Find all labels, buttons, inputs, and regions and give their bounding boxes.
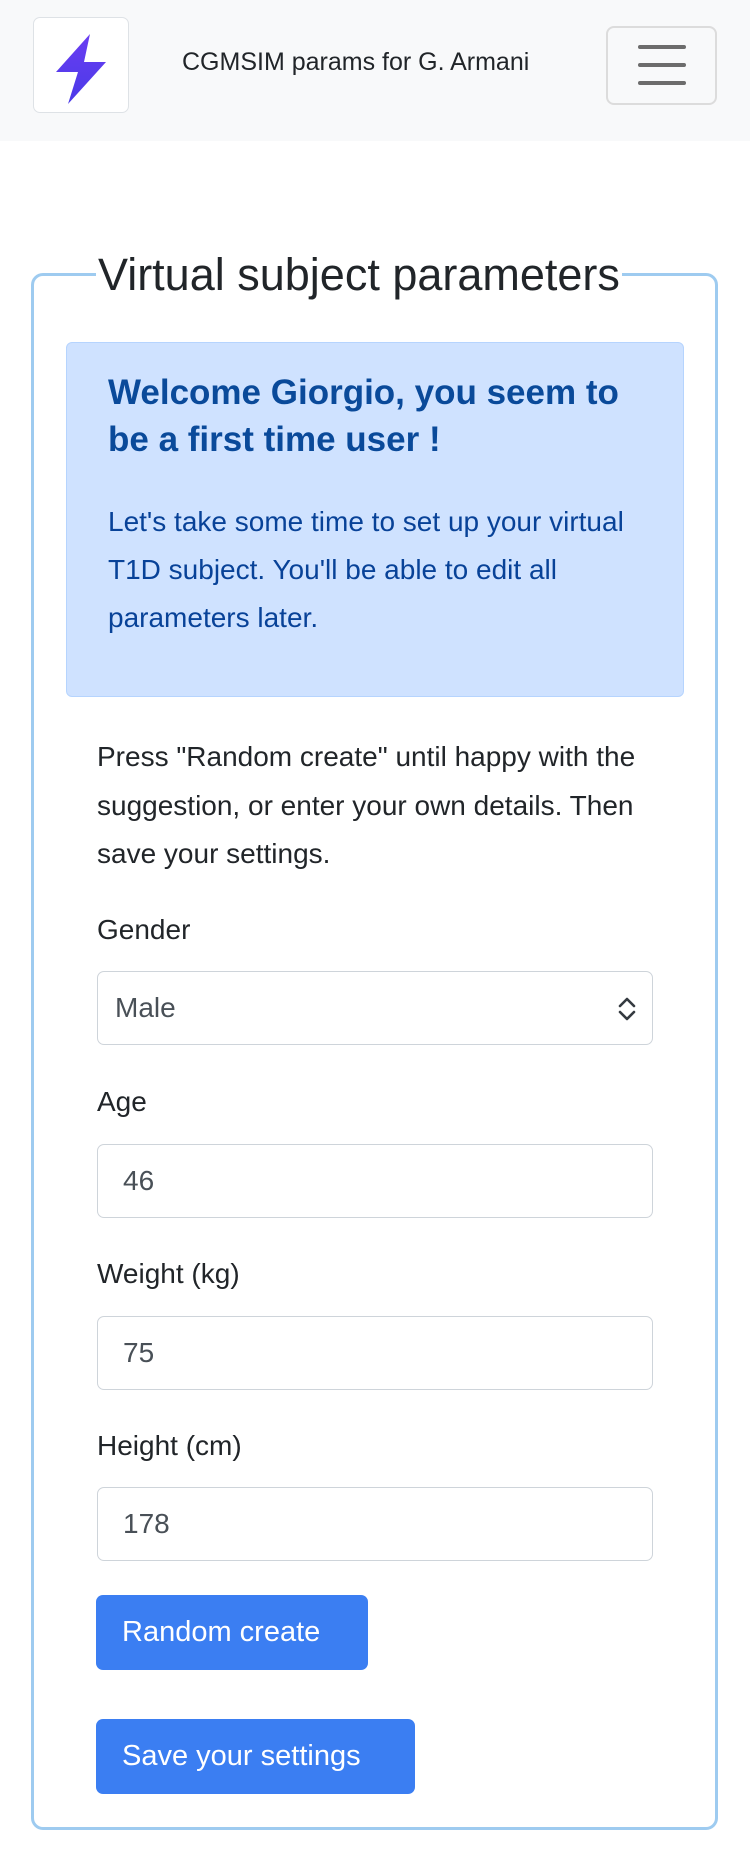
hamburger-menu-icon	[638, 45, 686, 49]
welcome-alert: Welcome Giorgio, you seem to be a first …	[66, 342, 684, 697]
logo-link[interactable]	[33, 17, 129, 113]
gender-select[interactable]: Male	[97, 971, 653, 1045]
weight-label: Weight (kg)	[97, 1258, 240, 1289]
height-input[interactable]: 178	[97, 1487, 653, 1561]
alert-heading: Welcome Giorgio, you seem to be a first …	[108, 373, 619, 459]
navbar: CGMSIM params for G. Armani	[0, 0, 750, 141]
lightning-bolt-icon	[56, 34, 106, 104]
save-settings-button[interactable]: Save your settings	[96, 1719, 415, 1794]
alert-body: Let's take some time to set up your virt…	[108, 506, 624, 633]
menu-toggle-button[interactable]	[606, 26, 717, 105]
random-create-button[interactable]: Random create	[96, 1595, 368, 1670]
fieldset-legend: Virtual subject parameters	[96, 249, 622, 301]
gender-value: Male	[115, 992, 176, 1023]
hamburger-line	[638, 63, 686, 67]
gender-label: Gender	[97, 914, 191, 945]
chevron-up-down-icon	[618, 997, 636, 1021]
age-label: Age	[97, 1086, 147, 1117]
navbar-title: CGMSIM params for G. Armani	[182, 48, 530, 76]
hamburger-line	[638, 81, 686, 85]
height-label: Height (cm)	[97, 1430, 242, 1461]
intro-text: Press "Random create" until happy with t…	[97, 741, 636, 869]
age-input[interactable]: 46	[97, 1144, 653, 1218]
weight-input[interactable]: 75	[97, 1316, 653, 1390]
